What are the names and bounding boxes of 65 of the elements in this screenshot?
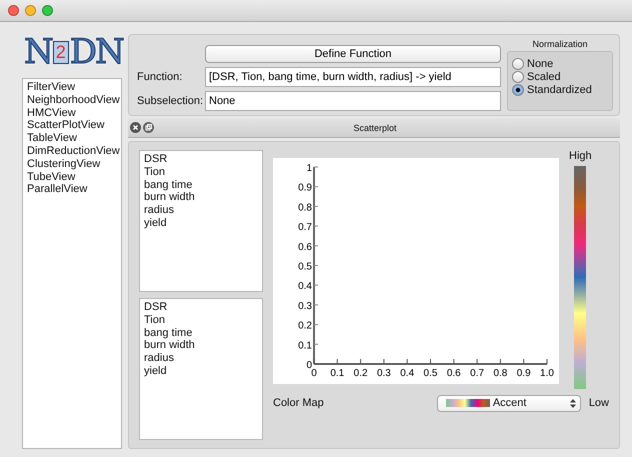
high-label: High (569, 150, 592, 162)
x-tick-label: 0.9 (516, 368, 531, 379)
x-tick-label: 0.4 (400, 368, 414, 379)
view-item[interactable]: TableView (27, 132, 117, 145)
y-tick-label: 0.8 (298, 202, 312, 214)
radio-label: Scaled (527, 71, 561, 83)
close-button[interactable] (8, 5, 19, 16)
y-tick-label: 0.1 (298, 340, 312, 352)
function-field[interactable]: [DSR, Tion, bang time, burn width, radius] -> yield (205, 67, 501, 87)
y-tick-label: 0.7 (298, 222, 312, 234)
stepper-icon (570, 398, 576, 408)
y-tick-label: 0.4 (298, 281, 312, 292)
variable-item[interactable]: Tion (144, 314, 258, 327)
view-item[interactable]: TubeView (27, 170, 117, 184)
radio-label: Standardized (527, 84, 592, 96)
variable-item[interactable]: radius (144, 204, 258, 217)
detach-icon[interactable] (143, 122, 154, 133)
colormap-swatch-icon (446, 399, 490, 407)
x-tick-label: 0.7 (470, 368, 484, 379)
variable-item[interactable]: DSR (144, 301, 258, 314)
normalization-title: Normalization (532, 39, 588, 49)
x-tick-label: 0.5 (424, 368, 438, 379)
define-function-button[interactable]: Define Function (205, 45, 501, 63)
x-tick-label: 0 (311, 368, 317, 379)
variable-item[interactable]: yield (144, 216, 258, 230)
view-item[interactable]: ParallelView (27, 183, 117, 196)
subselection-label: Subselection: (137, 95, 204, 107)
view-item[interactable]: ScatterPlotView (27, 119, 117, 132)
variable-item[interactable]: Tion (144, 166, 258, 179)
function-label: Function: (137, 71, 184, 83)
color-map-select[interactable]: Accent (436, 394, 581, 412)
y-tick-label: 0.6 (298, 242, 312, 253)
radio-button[interactable] (512, 58, 524, 70)
variable-item[interactable]: burn width (144, 339, 258, 352)
variable-item[interactable]: radius (144, 352, 258, 365)
view-item[interactable]: FilterView (27, 81, 117, 94)
low-label: Low (588, 397, 609, 409)
view-item[interactable]: ClusteringView (27, 158, 117, 171)
close-icon[interactable] (130, 122, 141, 133)
subselection-field[interactable]: None (205, 91, 501, 111)
view-item[interactable]: HMCView (27, 106, 117, 120)
variable-item[interactable]: bang time (144, 326, 258, 340)
minimize-button[interactable] (25, 5, 36, 16)
radio-label: None (527, 58, 554, 70)
y-tick-label: 1 (306, 163, 312, 174)
variable-item[interactable]: bang time (144, 178, 258, 192)
zoom-button[interactable] (42, 5, 53, 16)
radio-button[interactable] (512, 84, 524, 96)
y-tick-label: 0.3 (298, 300, 312, 312)
x-tick-label: 0.1 (330, 368, 344, 379)
x-tick-label: 0.6 (446, 368, 461, 379)
x-tick-label: 1.0 (540, 368, 554, 379)
radio-button[interactable] (512, 71, 524, 83)
y-tick-label: 0 (306, 360, 312, 371)
panel-title: Scatterplot (352, 122, 398, 132)
y-tick-label: 0.9 (298, 182, 312, 194)
x-tick-label: 0.8 (493, 368, 508, 379)
variable-item[interactable]: burn width (144, 191, 258, 204)
color-map-label: Color Map (273, 397, 324, 409)
x-tick-label: 0.3 (376, 368, 391, 379)
x-tick-label: 0.2 (354, 368, 368, 379)
variable-item[interactable]: yield (144, 364, 258, 378)
y-tick-label: 0.2 (298, 320, 312, 332)
y-tick-label: 0.5 (298, 262, 312, 272)
variable-item[interactable]: DSR (144, 153, 258, 166)
